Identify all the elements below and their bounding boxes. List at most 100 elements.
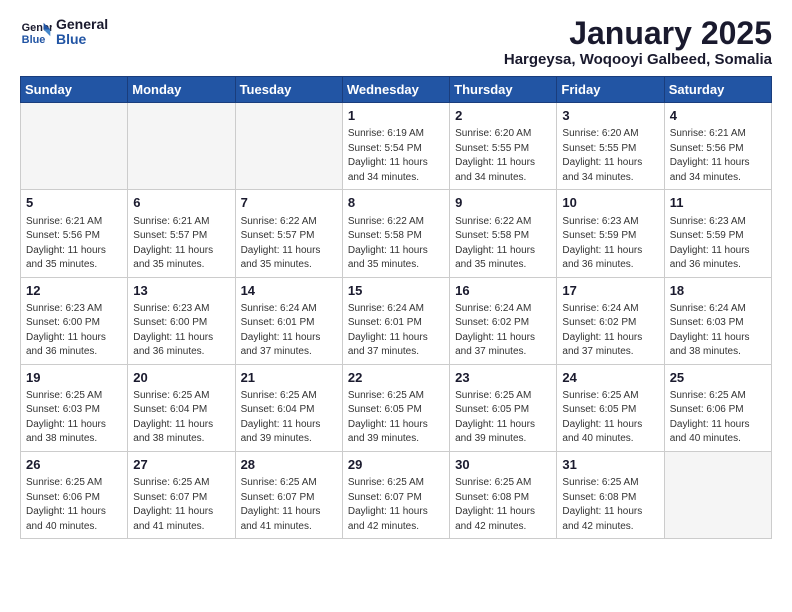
- svg-text:Blue: Blue: [22, 34, 46, 46]
- day-number: 8: [348, 194, 444, 212]
- calendar-cell: 27 Sunrise: 6:25 AMSunset: 6:07 PMDayligh…: [128, 451, 235, 538]
- calendar-cell: [664, 451, 771, 538]
- day-number: 27: [133, 456, 229, 474]
- calendar-header-wednesday: Wednesday: [342, 77, 449, 103]
- day-info: Sunrise: 6:25 AMSunset: 6:06 PMDaylight:…: [26, 476, 122, 534]
- day-number: 20: [133, 369, 229, 387]
- calendar-cell: [235, 103, 342, 190]
- main-title: January 2025: [504, 16, 772, 51]
- day-info: Sunrise: 6:25 AMSunset: 6:05 PMDaylight:…: [455, 389, 551, 447]
- day-number: 30: [455, 456, 551, 474]
- day-info: Sunrise: 6:25 AMSunset: 6:08 PMDaylight:…: [562, 476, 658, 534]
- calendar-cell: 19 Sunrise: 6:25 AMSunset: 6:03 PMDayligh…: [21, 364, 128, 451]
- day-info: Sunrise: 6:25 AMSunset: 6:05 PMDaylight:…: [348, 389, 444, 447]
- day-info: Sunrise: 6:25 AMSunset: 6:08 PMDaylight:…: [455, 476, 551, 534]
- title-block: January 2025 Hargeysa, Woqooyi Galbeed, …: [504, 16, 772, 68]
- logo-line1: General: [56, 17, 108, 32]
- day-info: Sunrise: 6:24 AMSunset: 6:03 PMDaylight:…: [670, 302, 766, 360]
- day-info: Sunrise: 6:22 AMSunset: 5:58 PMDaylight:…: [455, 215, 551, 273]
- day-number: 16: [455, 282, 551, 300]
- calendar-week-4: 19 Sunrise: 6:25 AMSunset: 6:03 PMDayligh…: [21, 364, 772, 451]
- day-info: Sunrise: 6:24 AMSunset: 6:01 PMDaylight:…: [348, 302, 444, 360]
- calendar-cell: [128, 103, 235, 190]
- day-info: Sunrise: 6:24 AMSunset: 6:02 PMDaylight:…: [562, 302, 658, 360]
- day-number: 6: [133, 194, 229, 212]
- day-info: Sunrise: 6:25 AMSunset: 6:03 PMDaylight:…: [26, 389, 122, 447]
- day-info: Sunrise: 6:23 AMSunset: 5:59 PMDaylight:…: [670, 215, 766, 273]
- day-number: 22: [348, 369, 444, 387]
- day-number: 18: [670, 282, 766, 300]
- day-info: Sunrise: 6:25 AMSunset: 6:04 PMDaylight:…: [133, 389, 229, 447]
- calendar-cell: 14 Sunrise: 6:24 AMSunset: 6:01 PMDayligh…: [235, 277, 342, 364]
- day-number: 21: [241, 369, 337, 387]
- day-number: 3: [562, 107, 658, 125]
- day-info: Sunrise: 6:25 AMSunset: 6:06 PMDaylight:…: [670, 389, 766, 447]
- calendar-header-sunday: Sunday: [21, 77, 128, 103]
- calendar-week-1: 1 Sunrise: 6:19 AMSunset: 5:54 PMDaylight…: [21, 103, 772, 190]
- calendar-cell: 7 Sunrise: 6:22 AMSunset: 5:57 PMDaylight…: [235, 190, 342, 277]
- day-info: Sunrise: 6:23 AMSunset: 6:00 PMDaylight:…: [26, 302, 122, 360]
- calendar-cell: 15 Sunrise: 6:24 AMSunset: 6:01 PMDayligh…: [342, 277, 449, 364]
- calendar-cell: 8Sunrise: 6:22 AMSunset: 5:58 PMDaylight…: [342, 190, 449, 277]
- day-number: 25: [670, 369, 766, 387]
- calendar-cell: 9 Sunrise: 6:22 AMSunset: 5:58 PMDaylight…: [450, 190, 557, 277]
- day-number: 15: [348, 282, 444, 300]
- day-number: 9: [455, 194, 551, 212]
- calendar-header-monday: Monday: [128, 77, 235, 103]
- day-number: 10: [562, 194, 658, 212]
- day-number: 23: [455, 369, 551, 387]
- calendar-cell: 26 Sunrise: 6:25 AMSunset: 6:06 PMDayligh…: [21, 451, 128, 538]
- day-info: Sunrise: 6:25 AMSunset: 6:04 PMDaylight:…: [241, 389, 337, 447]
- day-info: Sunrise: 6:19 AMSunset: 5:54 PMDaylight:…: [348, 127, 444, 185]
- day-info: Sunrise: 6:21 AMSunset: 5:56 PMDaylight:…: [26, 215, 122, 273]
- day-number: 7: [241, 194, 337, 212]
- day-number: 17: [562, 282, 658, 300]
- day-number: 19: [26, 369, 122, 387]
- day-info: Sunrise: 6:24 AMSunset: 6:01 PMDaylight:…: [241, 302, 337, 360]
- calendar-cell: 21 Sunrise: 6:25 AMSunset: 6:04 PMDayligh…: [235, 364, 342, 451]
- day-number: 5: [26, 194, 122, 212]
- day-info: Sunrise: 6:23 AMSunset: 5:59 PMDaylight:…: [562, 215, 658, 273]
- calendar-cell: 24Sunrise: 6:25 AMSunset: 6:05 PMDayligh…: [557, 364, 664, 451]
- day-number: 12: [26, 282, 122, 300]
- calendar-week-2: 5 Sunrise: 6:21 AMSunset: 5:56 PMDaylight…: [21, 190, 772, 277]
- day-info: Sunrise: 6:25 AMSunset: 6:07 PMDaylight:…: [348, 476, 444, 534]
- day-info: Sunrise: 6:21 AMSunset: 5:57 PMDaylight:…: [133, 215, 229, 273]
- day-info: Sunrise: 6:25 AMSunset: 6:07 PMDaylight:…: [133, 476, 229, 534]
- calendar-cell: 22 Sunrise: 6:25 AMSunset: 6:05 PMDayligh…: [342, 364, 449, 451]
- day-number: 14: [241, 282, 337, 300]
- calendar-cell: 25 Sunrise: 6:25 AMSunset: 6:06 PMDayligh…: [664, 364, 771, 451]
- day-number: 29: [348, 456, 444, 474]
- day-number: 26: [26, 456, 122, 474]
- calendar-cell: 18 Sunrise: 6:24 AMSunset: 6:03 PMDayligh…: [664, 277, 771, 364]
- day-number: 28: [241, 456, 337, 474]
- calendar-cell: 23 Sunrise: 6:25 AMSunset: 6:05 PMDayligh…: [450, 364, 557, 451]
- subtitle: Hargeysa, Woqooyi Galbeed, Somalia: [504, 51, 772, 68]
- calendar-cell: 3Sunrise: 6:20 AMSunset: 5:55 PMDaylight…: [557, 103, 664, 190]
- calendar-cell: 30 Sunrise: 6:25 AMSunset: 6:08 PMDayligh…: [450, 451, 557, 538]
- calendar-cell: 31 Sunrise: 6:25 AMSunset: 6:08 PMDayligh…: [557, 451, 664, 538]
- day-info: Sunrise: 6:20 AMSunset: 5:55 PMDaylight:…: [455, 127, 551, 185]
- day-info: Sunrise: 6:22 AMSunset: 5:57 PMDaylight:…: [241, 215, 337, 273]
- logo-icon: General Blue: [20, 16, 52, 48]
- calendar-cell: 28 Sunrise: 6:25 AMSunset: 6:07 PMDayligh…: [235, 451, 342, 538]
- calendar-header-tuesday: Tuesday: [235, 77, 342, 103]
- day-info: Sunrise: 6:21 AMSunset: 5:56 PMDaylight:…: [670, 127, 766, 185]
- day-number: 2: [455, 107, 551, 125]
- day-number: 13: [133, 282, 229, 300]
- logo: General Blue General Blue: [20, 16, 108, 48]
- day-number: 31: [562, 456, 658, 474]
- calendar-cell: 2 Sunrise: 6:20 AMSunset: 5:55 PMDaylight…: [450, 103, 557, 190]
- calendar-cell: 11Sunrise: 6:23 AMSunset: 5:59 PMDayligh…: [664, 190, 771, 277]
- day-info: Sunrise: 6:25 AMSunset: 6:07 PMDaylight:…: [241, 476, 337, 534]
- calendar-cell: 4Sunrise: 6:21 AMSunset: 5:56 PMDaylight…: [664, 103, 771, 190]
- day-info: Sunrise: 6:24 AMSunset: 6:02 PMDaylight:…: [455, 302, 551, 360]
- calendar-week-5: 26 Sunrise: 6:25 AMSunset: 6:06 PMDayligh…: [21, 451, 772, 538]
- calendar-cell: 6 Sunrise: 6:21 AMSunset: 5:57 PMDaylight…: [128, 190, 235, 277]
- calendar-cell: [21, 103, 128, 190]
- calendar-cell: 1 Sunrise: 6:19 AMSunset: 5:54 PMDaylight…: [342, 103, 449, 190]
- calendar-cell: 13Sunrise: 6:23 AMSunset: 6:00 PMDayligh…: [128, 277, 235, 364]
- calendar-cell: 17 Sunrise: 6:24 AMSunset: 6:02 PMDayligh…: [557, 277, 664, 364]
- day-number: 1: [348, 107, 444, 125]
- calendar-week-3: 12 Sunrise: 6:23 AMSunset: 6:00 PMDayligh…: [21, 277, 772, 364]
